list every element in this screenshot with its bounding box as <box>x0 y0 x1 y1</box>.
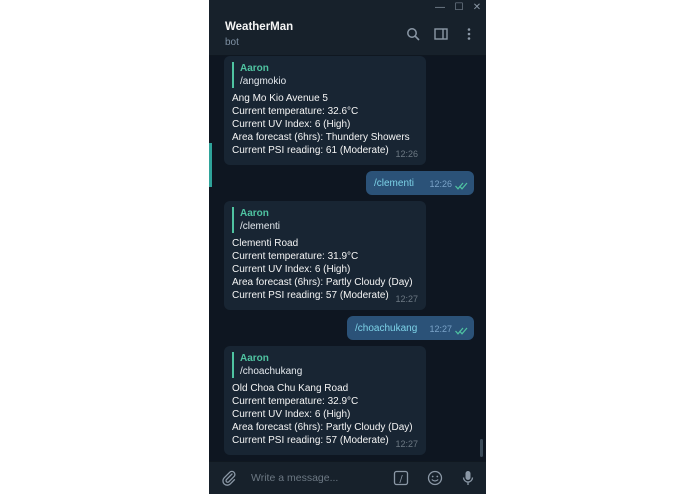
reply-quote[interactable]: Aaron /choachukang <box>232 352 418 378</box>
message-input[interactable]: Write a message... <box>251 472 338 484</box>
message-line: Current PSI reading: 57 (Moderate) <box>232 435 389 446</box>
sidebar-toggle-icon[interactable] <box>434 27 448 41</box>
message-line: Current temperature: 32.6°C <box>232 106 359 117</box>
message-list[interactable]: Aaron /angmokio Ang Mo Kio Avenue 5 Curr… <box>209 56 486 462</box>
chat-subtitle: bot <box>225 37 239 48</box>
unread-accent-bar <box>209 143 212 187</box>
message-text: /choachukang <box>355 323 418 334</box>
read-receipt-icon <box>455 327 468 335</box>
message-line: Current UV Index: 6 (High) <box>232 264 351 275</box>
message-line: Ang Mo Kio Avenue 5 <box>232 93 328 104</box>
microphone-icon[interactable] <box>460 470 476 486</box>
message-line: Current UV Index: 6 (High) <box>232 119 351 130</box>
minimize-button[interactable]: — <box>433 1 447 14</box>
bot-commands-icon[interactable]: / <box>393 470 409 486</box>
search-icon[interactable] <box>406 27 420 41</box>
title-bar: — ☐ ✕ <box>209 0 486 15</box>
scrollbar-thumb[interactable] <box>480 439 483 457</box>
message-time: 12:26 <box>395 149 418 159</box>
chat-title: WeatherMan <box>225 21 294 33</box>
reply-author: Aaron <box>240 63 269 74</box>
message-text: /clementi <box>374 178 415 189</box>
reply-quote[interactable]: Aaron /angmokio <box>232 62 418 88</box>
reply-text: /angmokio <box>240 76 287 87</box>
message-time: 12:27 <box>429 324 452 334</box>
outgoing-message[interactable]: /choachukang 12:27 <box>347 316 474 340</box>
attach-icon[interactable] <box>221 470 237 486</box>
message-line: Current temperature: 32.9°C <box>232 396 359 407</box>
outgoing-message[interactable]: /clementi 12:26 <box>366 171 474 195</box>
incoming-message[interactable]: Aaron /clementi Clementi Road Current te… <box>224 201 426 310</box>
message-time: 12:26 <box>429 179 452 189</box>
message-time: 12:27 <box>395 294 418 304</box>
reply-text: /clementi <box>240 221 281 232</box>
message-composer: Write a message... / <box>209 461 486 494</box>
message-line: Current UV Index: 6 (High) <box>232 409 351 420</box>
emoji-icon[interactable] <box>427 470 443 486</box>
bot-commands-glyph: / <box>399 474 403 485</box>
reply-author: Aaron <box>240 208 269 219</box>
message-line: Area forecast (6hrs): Partly Cloudy (Day… <box>232 422 413 433</box>
close-button[interactable]: ✕ <box>470 1 484 14</box>
message-line: Old Choa Chu Kang Road <box>232 383 349 394</box>
message-line: Area forecast (6hrs): Thundery Showers <box>232 132 410 143</box>
maximize-button[interactable]: ☐ <box>452 1 466 14</box>
reply-quote[interactable]: Aaron /clementi <box>232 207 418 233</box>
telegram-window: — ☐ ✕ WeatherMan bot Aaron /angmokio Ang… <box>209 0 486 494</box>
message-line: Current temperature: 31.9°C <box>232 251 359 262</box>
more-options-icon[interactable] <box>462 27 476 41</box>
reply-author: Aaron <box>240 353 269 364</box>
read-receipt-icon <box>455 182 468 190</box>
message-line: Current PSI reading: 61 (Moderate) <box>232 145 389 156</box>
message-line: Clementi Road <box>232 238 299 249</box>
incoming-message[interactable]: Aaron /angmokio Ang Mo Kio Avenue 5 Curr… <box>224 56 426 165</box>
chat-header[interactable]: WeatherMan bot <box>209 15 486 56</box>
message-line: Current PSI reading: 57 (Moderate) <box>232 290 389 301</box>
incoming-message[interactable]: Aaron /choachukang Old Choa Chu Kang Roa… <box>224 346 426 455</box>
reply-text: /choachukang <box>240 366 303 377</box>
message-line: Area forecast (6hrs): Partly Cloudy (Day… <box>232 277 413 288</box>
message-time: 12:27 <box>395 439 418 449</box>
